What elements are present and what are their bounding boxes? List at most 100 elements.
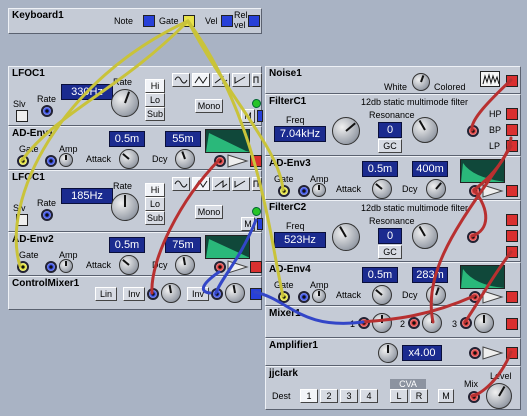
- r-button[interactable]: R: [410, 389, 428, 403]
- lin-button[interactable]: Lin: [95, 287, 117, 301]
- lp-output[interactable]: [506, 140, 518, 152]
- env-output-jack[interactable]: [469, 291, 481, 303]
- env-output-jack[interactable]: [214, 155, 226, 167]
- gate-input-jack[interactable]: [17, 261, 29, 273]
- channel-2-knob[interactable]: [422, 313, 442, 333]
- mix-input-jack[interactable]: [468, 391, 480, 403]
- attack-knob[interactable]: [372, 179, 392, 199]
- channel-2-input[interactable]: [408, 317, 420, 329]
- level-1-knob[interactable]: [161, 283, 181, 303]
- inv-button-2[interactable]: Inv: [187, 287, 209, 301]
- env-out[interactable]: [506, 185, 518, 197]
- hp-output[interactable]: [506, 108, 518, 120]
- slv-input[interactable]: [16, 110, 28, 122]
- decay-knob[interactable]: [175, 149, 195, 169]
- hp-output[interactable]: [506, 214, 518, 226]
- square-wave-button[interactable]: [252, 73, 262, 87]
- triangle-wave-button[interactable]: [192, 177, 210, 191]
- note-output[interactable]: [143, 15, 155, 27]
- mixer-output[interactable]: [506, 318, 518, 330]
- input-2-jack[interactable]: [211, 288, 223, 300]
- square-wave-button[interactable]: [252, 177, 262, 191]
- gate-input-jack[interactable]: [17, 155, 29, 167]
- mixer-output[interactable]: [250, 288, 262, 300]
- dest-4-button[interactable]: 4: [360, 389, 378, 403]
- sine-wave-button[interactable]: [172, 73, 190, 87]
- filter-input-jack[interactable]: [467, 231, 479, 243]
- lo-button[interactable]: Lo: [145, 93, 165, 107]
- dest-2-button[interactable]: 2: [320, 389, 338, 403]
- gate-input-jack[interactable]: [278, 185, 290, 197]
- lo-button[interactable]: Lo: [145, 197, 165, 211]
- env-out[interactable]: [506, 291, 518, 303]
- hi-button[interactable]: Hi: [145, 183, 165, 197]
- m-button[interactable]: M: [241, 109, 255, 123]
- inv-button-1[interactable]: Inv: [123, 287, 145, 301]
- attack-knob[interactable]: [372, 285, 392, 305]
- decay-knob[interactable]: [175, 255, 195, 275]
- slv-input[interactable]: [16, 214, 28, 226]
- level-knob[interactable]: [486, 383, 512, 409]
- noise-output[interactable]: [506, 75, 518, 87]
- env-output-jack[interactable]: [214, 261, 226, 273]
- amp-input-jack[interactable]: [298, 185, 310, 197]
- mono-button[interactable]: Mono: [195, 205, 223, 219]
- gc-button[interactable]: GC: [378, 139, 402, 153]
- amp-input-jack[interactable]: [469, 347, 481, 359]
- filter-input-jack[interactable]: [467, 125, 479, 137]
- freq-knob[interactable]: [332, 223, 360, 251]
- m-button[interactable]: M: [438, 389, 454, 403]
- saw-wave-button[interactable]: [212, 73, 230, 87]
- rate-knob[interactable]: [111, 193, 139, 221]
- vel-output[interactable]: [221, 15, 233, 27]
- attack-knob[interactable]: [119, 255, 139, 275]
- gate-output[interactable]: [183, 15, 195, 27]
- sine-wave-button[interactable]: [172, 177, 190, 191]
- resonance-knob[interactable]: [412, 117, 438, 143]
- amp-knob[interactable]: [59, 153, 73, 167]
- lfo-output[interactable]: [257, 218, 263, 230]
- mono-button[interactable]: Mono: [195, 99, 223, 113]
- amp-knob[interactable]: [312, 289, 326, 303]
- env-out[interactable]: [250, 155, 262, 167]
- rate-input-jack[interactable]: [41, 105, 53, 117]
- ramp-wave-button[interactable]: [232, 73, 250, 87]
- sub-button[interactable]: Sub: [145, 107, 165, 121]
- m-button[interactable]: M: [241, 217, 255, 231]
- gate-input-jack[interactable]: [278, 291, 290, 303]
- decay-knob[interactable]: [426, 179, 446, 199]
- freq-knob[interactable]: [332, 117, 360, 145]
- gain-knob[interactable]: [378, 343, 398, 363]
- l-button[interactable]: L: [390, 389, 408, 403]
- decay-knob[interactable]: [426, 285, 446, 305]
- triangle-wave-button[interactable]: [192, 73, 210, 87]
- lfo-output[interactable]: [257, 110, 263, 122]
- relvel-output[interactable]: [248, 15, 260, 27]
- attack-knob[interactable]: [119, 149, 139, 169]
- env-out[interactable]: [250, 261, 262, 273]
- amp-output[interactable]: [506, 347, 518, 359]
- lp-output[interactable]: [506, 246, 518, 258]
- bp-output[interactable]: [506, 230, 518, 242]
- ramp-wave-button[interactable]: [232, 177, 250, 191]
- saw-wave-button[interactable]: [212, 177, 230, 191]
- level-2-knob[interactable]: [225, 283, 245, 303]
- channel-3-knob[interactable]: [474, 313, 494, 333]
- input-1-jack[interactable]: [147, 288, 159, 300]
- dest-1-button[interactable]: 1: [300, 389, 318, 403]
- rate-knob[interactable]: [111, 89, 139, 117]
- channel-1-input[interactable]: [358, 317, 370, 329]
- amp-input-jack[interactable]: [298, 291, 310, 303]
- resonance-knob[interactable]: [412, 223, 438, 249]
- amp-input-jack[interactable]: [45, 155, 57, 167]
- rate-input-jack[interactable]: [41, 209, 53, 221]
- hi-button[interactable]: Hi: [145, 79, 165, 93]
- channel-1-knob[interactable]: [372, 313, 392, 333]
- env-output-jack[interactable]: [469, 185, 481, 197]
- dest-3-button[interactable]: 3: [340, 389, 358, 403]
- color-knob[interactable]: [412, 73, 430, 91]
- sub-button[interactable]: Sub: [145, 211, 165, 225]
- gc-button[interactable]: GC: [378, 245, 402, 259]
- amp-knob[interactable]: [59, 259, 73, 273]
- amp-input-jack[interactable]: [45, 261, 57, 273]
